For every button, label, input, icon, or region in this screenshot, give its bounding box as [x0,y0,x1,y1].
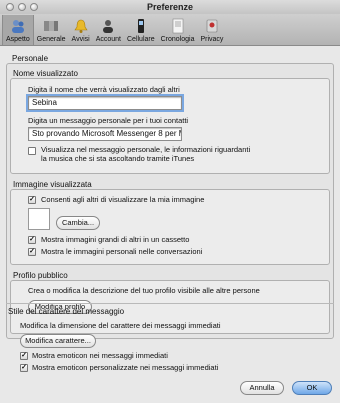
section-divider [6,303,334,304]
zoom-window-button[interactable] [30,3,38,11]
allow-image-checkbox[interactable]: ✓ [28,196,36,204]
message-field-label: Digita un messaggio personale per i tuoi… [28,116,189,125]
custom-emoticon-checkbox[interactable]: ✓ [20,364,28,372]
toolbar-item-privacy[interactable]: Privacy [197,15,226,45]
preferences-toolbar: Aspetto Generale Avvisi Account Cellular… [0,14,340,46]
general-icon [42,17,60,35]
cancel-button[interactable]: Annulla [240,381,284,395]
privacy-icon [203,17,221,35]
close-window-button[interactable] [6,3,14,11]
group-title-immagine: Immagine visualizzata [13,180,92,189]
edit-font-button[interactable]: Modifica carattere... [20,334,96,348]
section-title-stile: Stile del carattere del messaggio [8,307,125,316]
ok-button[interactable]: OK [292,381,332,395]
custom-emoticon-label: Mostra emoticon personalizzate nei messa… [32,363,219,372]
account-icon [99,17,117,35]
itunes-checkbox[interactable] [28,147,36,155]
toolbar-label: Account [95,36,121,43]
window-title: Preferenze [146,2,194,12]
title-bar: Preferenze [0,0,340,14]
appearance-icon [9,17,27,35]
toolbar-item-cronologia[interactable]: Cronologia [158,15,198,45]
toolbar-item-aspetto[interactable]: Aspetto [2,15,34,45]
personal-images-checkbox[interactable]: ✓ [28,248,36,256]
toolbar-item-avvisi[interactable]: Avvisi [69,15,93,45]
toolbar-item-cellulare[interactable]: Cellulare [124,15,158,45]
toolbar-item-account[interactable]: Account [93,15,124,45]
profile-description: Crea o modifica la descrizione del tuo p… [28,286,260,295]
itunes-label-line2: la musica che si sta ascoltando tramite … [41,154,195,163]
toolbar-item-generale[interactable]: Generale [34,15,69,45]
large-images-label: Mostra immagini grandi di altri in un ca… [41,235,190,244]
toolbar-label: Aspetto [6,36,30,43]
emoticon-label: Mostra emoticon nei messaggi immediati [32,351,168,360]
large-images-checkbox[interactable]: ✓ [28,236,36,244]
section-title-personale: Personale [12,54,49,63]
history-icon [169,17,187,35]
mobile-icon [132,17,150,35]
allow-image-label: Consenti agli altri di visualizzare la m… [41,195,205,204]
preferences-pane: Personale Nome visualizzato Digita il no… [0,47,340,403]
personale-group: Nome visualizzato Digita il nome che ver… [6,63,334,339]
group-title-nome: Nome visualizzato [13,69,78,78]
group-title-profilo: Profilo pubblico [13,271,68,280]
emoticon-checkbox[interactable]: ✓ [20,352,28,360]
display-picture [28,208,50,230]
toolbar-label: Cellulare [127,36,155,43]
toolbar-label: Generale [36,36,66,43]
toolbar-label: Privacy [200,36,224,43]
alerts-icon [72,17,90,35]
itunes-label-line1: Visualizza nel messaggio personale, le i… [41,145,251,154]
change-picture-button[interactable]: Cambia... [56,216,100,230]
font-description: Modifica la dimensione del carattere dei… [20,321,221,330]
personal-images-label: Mostra le immagini personali nelle conve… [41,247,203,256]
toolbar-label: Cronologia [160,36,195,43]
minimize-window-button[interactable] [18,3,26,11]
name-field-label: Digita il nome che verrà visualizzato da… [28,85,180,94]
display-name-input[interactable]: Sebina [26,94,184,112]
immagine-group: ✓ Consenti agli altri di visualizzare la… [10,189,330,265]
toolbar-label: Avvisi [71,36,90,43]
personal-message-input[interactable]: Sto provando Microsoft Messenger 8 per M [28,127,182,141]
nome-group: Digita il nome che verrà visualizzato da… [10,78,330,174]
